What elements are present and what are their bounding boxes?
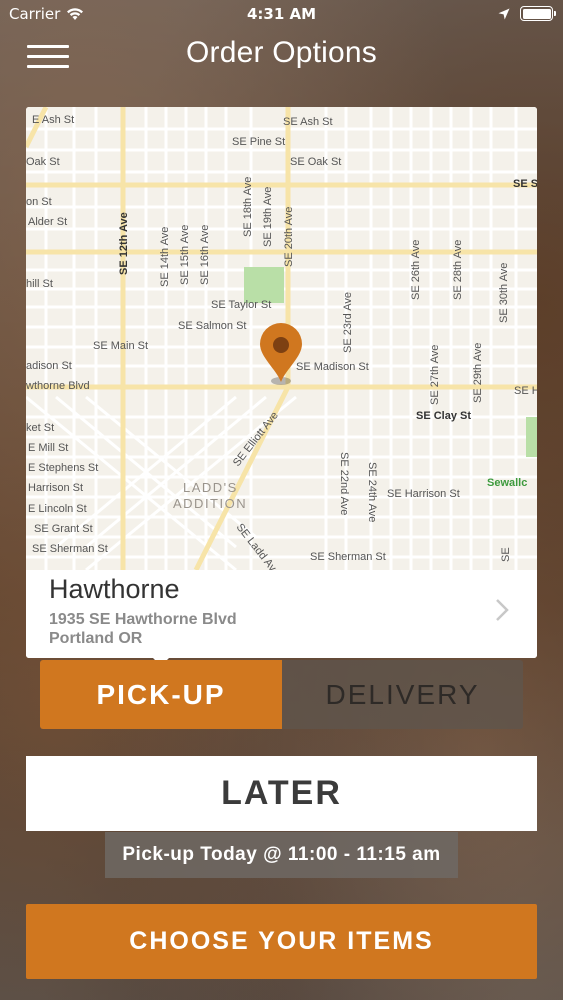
street-label: SE Oak St xyxy=(290,156,341,168)
later-button[interactable]: LATER xyxy=(26,756,537,831)
location-card: E Ash St SE Ash St SE Pine St Oak St SE … xyxy=(26,107,537,658)
street-label: SE Madison St xyxy=(296,361,369,373)
store-name: Hawthorne xyxy=(49,574,180,604)
pickup-button[interactable]: PICK-UP xyxy=(40,660,282,729)
navigation-bar: Order Options xyxy=(0,30,563,80)
street-label: SE Taylor St xyxy=(211,299,271,311)
choose-items-button[interactable]: CHOOSE YOUR ITEMS xyxy=(26,904,537,979)
street-label: SE 29th Ave xyxy=(472,343,484,403)
street-label: SE Main St xyxy=(93,340,148,352)
chevron-right-icon[interactable] xyxy=(495,598,509,622)
street-label: adison St xyxy=(26,360,72,372)
street-label: E Ash St xyxy=(32,114,74,126)
park-label: Sewallc xyxy=(487,477,527,489)
status-bar: Carrier 4:31 AM xyxy=(0,0,563,30)
street-label: SE 15th Ave xyxy=(179,225,191,285)
street-label: SE xyxy=(500,547,512,562)
street-label: SE 28th Ave xyxy=(452,240,464,300)
street-label: SE 16th Ave xyxy=(199,225,211,285)
street-label: E Lincoln St xyxy=(28,503,87,515)
street-label: SE 22nd Ave xyxy=(338,452,350,515)
street-label: on St xyxy=(26,196,52,208)
street-label: SE 14th Ave xyxy=(159,227,171,287)
street-label: SE Pine St xyxy=(232,136,285,148)
street-label: SE 19th Ave xyxy=(262,187,274,247)
street-label: ket St xyxy=(26,422,54,434)
street-label: SE 12th Ave xyxy=(118,212,130,275)
store-address: 1935 SE Hawthorne Blvd xyxy=(49,611,237,628)
street-label: Harrison St xyxy=(28,482,83,494)
street-label: SE Sherman St xyxy=(32,543,108,555)
street-label: SE Sherman St xyxy=(310,551,386,563)
street-label: SE S xyxy=(513,178,537,190)
clock: 4:31 AM xyxy=(246,5,317,23)
status-right xyxy=(498,6,556,21)
street-label: SE Salmon St xyxy=(178,320,246,332)
street-label: E Mill St xyxy=(28,442,68,454)
street-label: SE 30th Ave xyxy=(498,263,510,323)
street-label: Oak St xyxy=(26,156,60,168)
street-label: SE 18th Ave xyxy=(242,177,254,237)
battery-icon xyxy=(520,6,556,21)
street-label: SE Ash St xyxy=(283,116,333,128)
pickup-time-selector[interactable]: Pick-up Today @ 11:00 - 11:15 am xyxy=(105,832,458,878)
street-label: SE 27th Ave xyxy=(429,345,441,405)
street-label: Alder St xyxy=(28,216,67,228)
neighborhood-label: ADDITION xyxy=(173,496,247,511)
street-label: SE 23rd Ave xyxy=(342,292,354,353)
location-arrow-icon xyxy=(498,8,510,19)
street-label: SE 26th Ave xyxy=(410,240,422,300)
store-location-row[interactable]: Hawthorne 1935 SE Hawthorne Blvd Portlan… xyxy=(26,570,537,658)
street-label: E Stephens St xyxy=(28,462,98,474)
delivery-button[interactable]: DELIVERY xyxy=(282,660,523,729)
street-label: SE Clay St xyxy=(416,410,471,422)
street-label: SE Harrison St xyxy=(387,488,460,500)
street-label: SE 20th Ave xyxy=(283,207,295,267)
street-label: wthorne Blvd xyxy=(26,380,90,392)
store-city: Portland OR xyxy=(49,630,143,647)
street-label: SE 24th Ave xyxy=(366,462,378,522)
neighborhood-label: LADD'S xyxy=(183,480,238,495)
street-label: SE Grant St xyxy=(34,523,93,535)
street-label: hill St xyxy=(26,278,53,290)
map[interactable]: E Ash St SE Ash St SE Pine St Oak St SE … xyxy=(26,107,537,570)
page-title: Order Options xyxy=(185,36,377,69)
street-label: SE H xyxy=(514,385,537,397)
order-type-toggle: PICK-UP DELIVERY xyxy=(40,660,523,729)
